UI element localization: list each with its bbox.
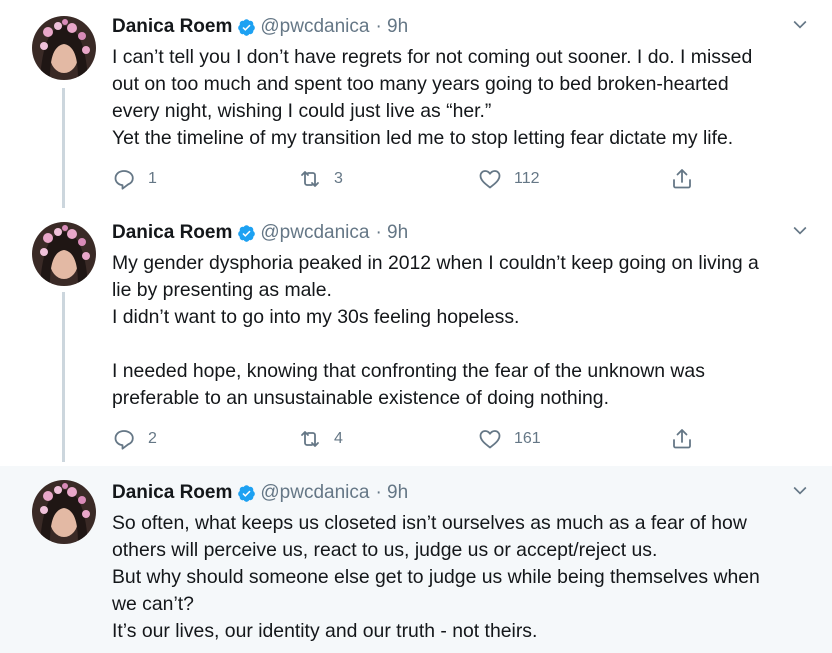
handle[interactable]: @pwcdanica xyxy=(260,222,369,244)
tweet-text-line: others will perceive us, react to us, ju… xyxy=(112,539,658,561)
reply-count: 2 xyxy=(148,430,157,447)
tweet-text: I can’t tell you I don’t have regrets fo… xyxy=(112,44,812,152)
retweet-button[interactable]: 4 xyxy=(298,427,343,451)
verified-badge-icon xyxy=(238,224,256,242)
retweet-count: 4 xyxy=(334,430,343,447)
share-button[interactable] xyxy=(670,427,694,451)
tweet-text: So often, what keeps us closeted isn’t o… xyxy=(112,510,812,645)
avatar[interactable] xyxy=(32,480,96,544)
retweet-count: 3 xyxy=(334,170,343,187)
tweet-text-line: I can’t tell you I don’t have regrets fo… xyxy=(112,46,753,68)
share-icon xyxy=(673,169,691,189)
tweet-2[interactable]: Danica Roem @pwcdanica · 9h My gender dy… xyxy=(0,206,832,464)
verified-badge-icon xyxy=(238,484,256,502)
tweet-3[interactable]: Danica Roem @pwcdanica · 9h So often, wh… xyxy=(0,466,832,653)
tweet-text-line: every night, wishing I could just live a… xyxy=(112,100,492,122)
tweet-text-line: we can’t? xyxy=(112,593,194,615)
reply-count: 1 xyxy=(148,170,157,187)
share-icon xyxy=(673,429,691,449)
chevron-down-icon[interactable] xyxy=(790,14,810,34)
like-count: 161 xyxy=(514,430,541,447)
timestamp[interactable]: · 9h xyxy=(375,222,408,244)
retweet-icon xyxy=(301,431,319,447)
display-name[interactable]: Danica Roem xyxy=(112,222,232,244)
avatar[interactable] xyxy=(32,16,96,80)
retweet-icon xyxy=(301,171,319,187)
reply-button[interactable]: 1 xyxy=(112,167,157,191)
tweet-text-line: But why should someone else get to judge… xyxy=(112,566,760,588)
tweet-text: My gender dysphoria peaked in 2012 when … xyxy=(112,250,812,412)
retweet-button[interactable]: 3 xyxy=(298,167,343,191)
handle[interactable]: @pwcdanica xyxy=(260,482,369,504)
reply-icon xyxy=(114,170,134,190)
timestamp[interactable]: · 9h xyxy=(375,16,408,38)
tweet-text-line: out on too much and spent too many years… xyxy=(112,73,729,95)
reply-icon xyxy=(114,430,134,450)
like-button[interactable]: 161 xyxy=(478,427,541,451)
tweet-text-line: I didn’t want to go into my 30s feeling … xyxy=(112,306,520,328)
chevron-down-icon[interactable] xyxy=(790,220,810,240)
tweet-text-line: My gender dysphoria peaked in 2012 when … xyxy=(112,252,759,274)
heart-icon xyxy=(479,430,501,449)
tweet-text-line: lie by presenting as male. xyxy=(112,279,332,301)
like-button[interactable]: 112 xyxy=(478,167,540,191)
tweet-text-line: Yet the timeline of my transition led me… xyxy=(112,127,734,149)
tweet-text-line: It’s our lives, our identity and our tru… xyxy=(112,620,538,642)
share-button[interactable] xyxy=(670,167,694,191)
display-name[interactable]: Danica Roem xyxy=(112,16,232,38)
display-name[interactable]: Danica Roem xyxy=(112,482,232,504)
tweet-text-line: I needed hope, knowing that confronting … xyxy=(112,360,705,382)
tweet-text-line: So often, what keeps us closeted isn’t o… xyxy=(112,512,747,534)
avatar[interactable] xyxy=(32,222,96,286)
handle[interactable]: @pwcdanica xyxy=(260,16,369,38)
chevron-down-icon[interactable] xyxy=(790,480,810,500)
heart-icon xyxy=(479,170,501,189)
timestamp[interactable]: · 9h xyxy=(375,482,408,504)
tweet-1[interactable]: Danica Roem @pwcdanica · 9h I can’t tell… xyxy=(0,0,832,206)
verified-badge-icon xyxy=(238,18,256,36)
tweet-text-line: preferable to an unsustainable existence… xyxy=(112,387,609,409)
like-count: 112 xyxy=(514,170,540,187)
reply-button[interactable]: 2 xyxy=(112,427,157,451)
